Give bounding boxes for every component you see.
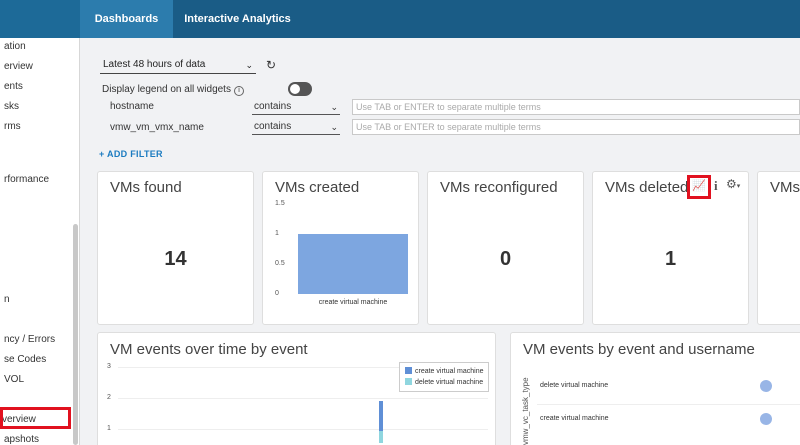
y-tick: 1 <box>107 425 111 432</box>
info-icon[interactable]: i <box>233 86 244 96</box>
y-tick: 1.5 <box>275 200 285 207</box>
legend-toggle[interactable] <box>288 82 312 96</box>
widget-vms-reconfigured: VMs reconfigured 0 <box>427 171 584 325</box>
filter-operator-select[interactable]: contains ⌄ <box>252 119 340 135</box>
category-label: delete virtual machine <box>540 382 609 389</box>
add-filter-link[interactable]: + ADD FILTER <box>99 149 163 159</box>
time-range-value: Latest 48 hours of data <box>103 59 206 70</box>
y-tick: 2 <box>107 394 111 401</box>
sidebar-item[interactable]: sks <box>4 101 19 112</box>
legend-toggle-label: Display legend on all widgets i <box>102 84 244 96</box>
legend-swatch <box>405 367 412 374</box>
top-nav-left-strip <box>0 0 80 38</box>
widget-title: VM events by event and username <box>523 341 755 358</box>
filter-field-vmx-name: vmw_vm_vmx_name <box>110 122 204 133</box>
filter-operator-select[interactable]: contains ⌄ <box>252 99 340 115</box>
sidebar-item[interactable]: VOL <box>4 374 24 385</box>
y-tick: 1 <box>275 230 279 237</box>
sidebar-item[interactable]: rms <box>4 121 21 132</box>
dashboard-main: Latest 48 hours of data ⌄ ↻ Display lege… <box>80 38 800 445</box>
legend-label: delete virtual machine <box>415 379 484 386</box>
filter-field-hostname: hostname <box>110 101 154 112</box>
y-tick: 3 <box>107 363 111 370</box>
widget-title: VM events over time by event <box>110 341 308 358</box>
tab-interactive-analytics[interactable]: Interactive Analytics <box>175 0 300 38</box>
legend-label: create virtual machine <box>415 368 484 375</box>
filter-operator-value: contains <box>254 121 292 132</box>
widget-title: VMs deleted <box>605 179 689 196</box>
sidebar-item[interactable]: ents <box>4 81 23 92</box>
sidebar: ation erview ents sks rms rformance n nc… <box>0 38 80 445</box>
sidebar-selection-highlight <box>0 407 71 429</box>
filter-terms-input[interactable]: Use TAB or ENTER to separate multiple te… <box>352 119 800 135</box>
widget-title: VMs <box>770 179 800 196</box>
widget-vms-found: VMs found 14 <box>97 171 254 325</box>
category-label: create virtual machine <box>540 415 609 422</box>
legend-swatch <box>405 378 412 385</box>
sidebar-item[interactable]: erview <box>4 61 33 72</box>
refresh-icon[interactable]: ↻ <box>266 58 276 72</box>
chart-analytics-icon[interactable]: 📈 <box>692 179 706 192</box>
gridline <box>118 429 488 430</box>
chevron-down-icon: ⌄ <box>330 102 338 112</box>
top-nav-bar: Dashboards Interactive Analytics <box>0 0 800 38</box>
stacked-bar-delete <box>379 431 383 443</box>
sidebar-scrollbar[interactable] <box>73 224 78 445</box>
sidebar-item[interactable]: apshots <box>4 434 39 445</box>
widget-value: 0 <box>499 248 512 270</box>
gridline <box>118 398 488 399</box>
gear-icon[interactable]: ⚙▾ <box>726 177 740 191</box>
y-axis-label: vmw_vc_task_type <box>521 377 530 445</box>
time-range-select[interactable]: Latest 48 hours of data ⌄ <box>100 56 256 74</box>
gridline <box>537 404 800 405</box>
widget-value: 14 <box>164 248 187 270</box>
chevron-down-icon: ⌄ <box>245 60 253 70</box>
widget-events-over-time: VM events over time by event 3 2 1 creat… <box>97 332 496 445</box>
chart-legend: create virtual machine delete virtual ma… <box>399 362 490 392</box>
widget-events-by-user: VM events by event and username vmw_vc_t… <box>510 332 800 445</box>
widget-title: VMs created <box>275 179 360 196</box>
sidebar-item[interactable]: ation <box>4 41 26 52</box>
widget-vms-deleted: VMs deleted 1 📈 i ⚙▾ <box>592 171 749 325</box>
widget-title: VMs reconfigured <box>440 179 558 196</box>
chevron-down-icon: ⌄ <box>330 122 338 132</box>
info-icon[interactable]: i <box>714 178 718 194</box>
sidebar-item[interactable]: ncy / Errors <box>4 334 55 345</box>
filter-terms-input[interactable]: Use TAB or ENTER to separate multiple te… <box>352 99 800 115</box>
bar-create-virtual-machine[interactable] <box>298 234 408 294</box>
scatter-point-delete <box>760 380 772 392</box>
widget-title: VMs found <box>110 179 182 196</box>
y-tick: 0 <box>275 290 279 297</box>
sidebar-item[interactable]: rformance <box>4 174 49 185</box>
y-tick: 0.5 <box>275 260 285 267</box>
scatter-point-create <box>760 413 772 425</box>
toggle-knob <box>290 84 300 94</box>
legend-item-delete: delete virtual machine <box>405 377 483 388</box>
sidebar-item[interactable]: n <box>4 294 10 305</box>
widget-vms-created: VMs created 1.5 1 0.5 0 create virtual machi… <box>262 171 419 325</box>
legend-toggle-text: Display legend on all widgets <box>102 84 231 95</box>
filter-operator-value: contains <box>254 101 292 112</box>
widget-value: 1 <box>664 248 677 270</box>
tab-dashboards[interactable]: Dashboards <box>80 0 173 38</box>
widget-vms-partial: VMs <box>757 171 800 325</box>
legend-item-create: create virtual machine <box>405 366 483 377</box>
x-category-label: create virtual machine <box>318 299 388 306</box>
stacked-bar-create <box>379 401 383 431</box>
sidebar-item[interactable]: se Codes <box>4 354 46 365</box>
